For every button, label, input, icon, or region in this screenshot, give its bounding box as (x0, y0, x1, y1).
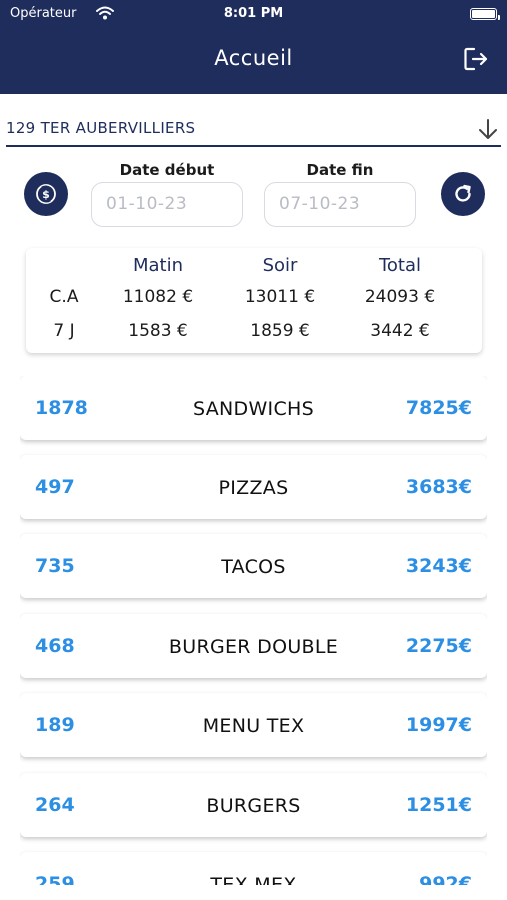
category-card[interactable]: 259 TEX MEX 992€ (20, 852, 487, 885)
category-card[interactable]: 189 MENU TEX 1997€ (20, 693, 487, 757)
category-name: MENU TEX (202, 715, 305, 737)
category-card[interactable]: 735 TACOS 3243€ (20, 534, 487, 598)
ca-total: 24093 € (364, 287, 436, 307)
sales-summary-table: Matin Soir Total C.A 11082 € 13011 € 240… (26, 248, 482, 353)
category-quantity: 735 (35, 555, 75, 577)
category-amount: 992€ (419, 873, 472, 885)
category-card[interactable]: 1878 SANDWICHS 7825€ (20, 376, 487, 440)
row-label-ca: C.A (49, 287, 79, 307)
category-name: TACOS (221, 556, 286, 578)
category-card[interactable]: 264 BURGERS 1251€ (20, 773, 487, 837)
category-quantity: 468 (35, 635, 75, 657)
site-selector[interactable]: 129 TER AUBERVILLIERS (6, 115, 501, 147)
battery-icon (470, 8, 500, 20)
row-label-7j: 7 J (53, 321, 75, 341)
clock: 8:01 PM (223, 6, 284, 21)
category-list[interactable]: 1878 SANDWICHS 7825€ 497 PIZZAS 3683€ 73… (20, 376, 487, 885)
refresh-icon (455, 184, 471, 202)
category-quantity: 264 (35, 794, 75, 816)
category-name: SANDWICHS (193, 398, 314, 420)
refresh-button[interactable] (441, 172, 485, 216)
7j-matin: 1583 € (128, 321, 188, 341)
ca-matin: 11082 € (122, 287, 194, 307)
end-date-field[interactable]: 07-10-23 (264, 182, 416, 227)
column-header-matin: Matin (132, 255, 184, 276)
category-amount: 1997€ (405, 714, 472, 736)
start-date-field[interactable]: 01-10-23 (91, 182, 243, 227)
category-quantity: 1878 (35, 397, 88, 419)
app-header: Opérateur 8:01 PM Accueil (0, 0, 507, 94)
page-title: Accueil (214, 46, 293, 70)
category-name: BURGER DOUBLE (168, 636, 339, 658)
column-header-soir: Soir (262, 255, 298, 276)
currency-exchange-button[interactable]: $ (24, 172, 68, 216)
category-name: TEX MEX (210, 874, 297, 885)
category-name: PIZZAS (218, 477, 289, 499)
category-card[interactable]: 468 BURGER DOUBLE 2275€ (20, 614, 487, 678)
category-quantity: 189 (35, 714, 75, 736)
category-name: BURGERS (206, 795, 301, 817)
svg-text:$: $ (42, 188, 50, 201)
start-date-label: Date début (119, 161, 215, 179)
column-header-total: Total (378, 255, 422, 276)
logout-icon[interactable] (463, 46, 489, 72)
category-amount: 7825€ (405, 397, 472, 419)
category-amount: 3243€ (405, 555, 472, 577)
7j-soir: 1859 € (250, 321, 310, 341)
arrow-down-icon[interactable] (477, 117, 499, 141)
site-name: 129 TER AUBERVILLIERS (6, 119, 196, 137)
category-quantity: 259 (35, 873, 75, 885)
end-date-label: Date fin (306, 161, 374, 179)
category-amount: 1251€ (405, 794, 472, 816)
7j-total: 3442 € (370, 321, 430, 341)
category-amount: 3683€ (405, 476, 472, 498)
category-amount: 2275€ (405, 635, 472, 657)
category-quantity: 497 (35, 476, 75, 498)
status-bar: Opérateur 8:01 PM (10, 6, 500, 24)
currency-exchange-icon: $ (36, 184, 56, 204)
category-card[interactable]: 497 PIZZAS 3683€ (20, 455, 487, 519)
ca-soir: 13011 € (244, 287, 316, 307)
